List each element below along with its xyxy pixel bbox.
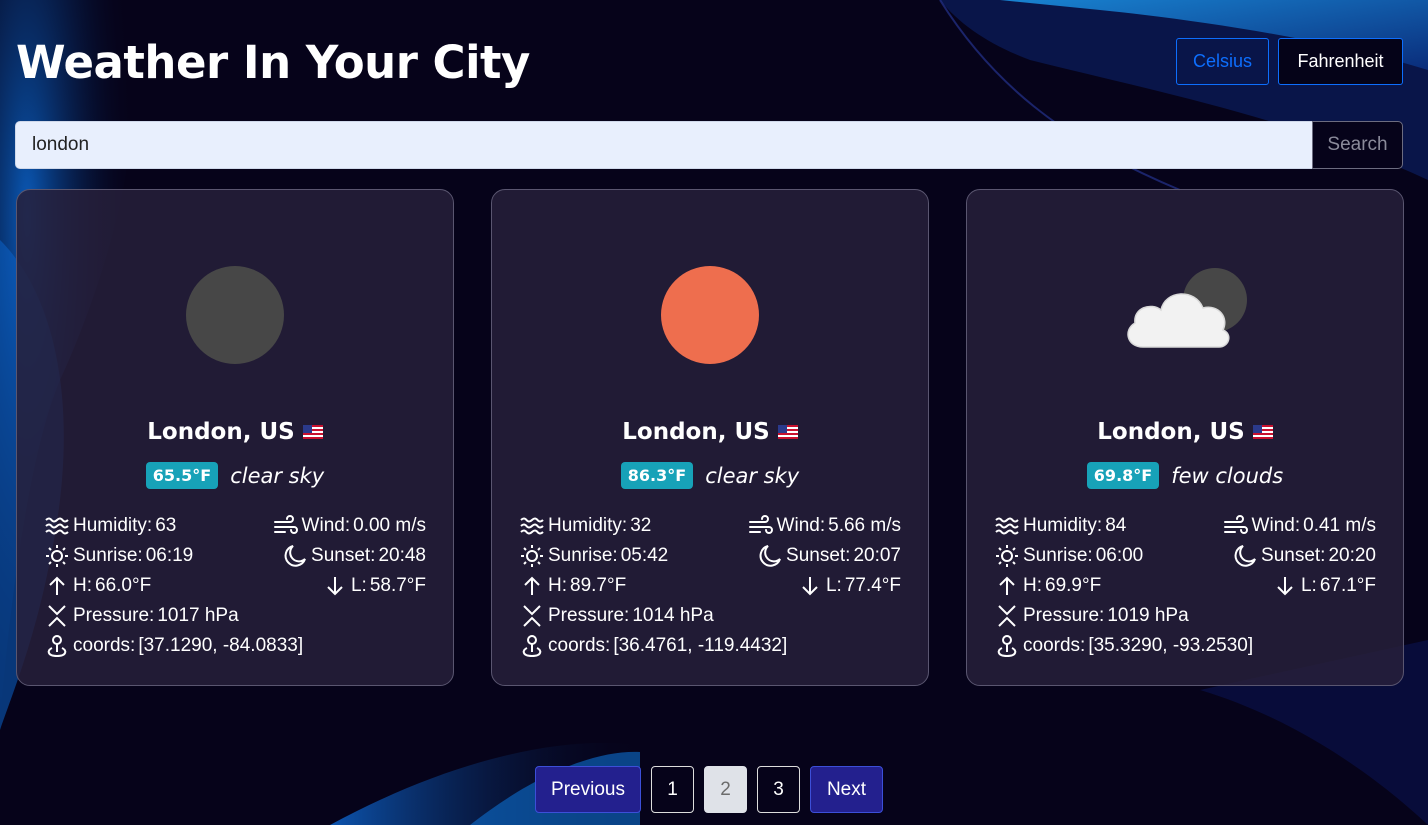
temperature-badge: 86.3°F: [620, 462, 694, 489]
search-button[interactable]: Search: [1312, 121, 1403, 169]
weather-card: London, US 69.8°F few clouds Humidity: 8…: [966, 189, 1404, 686]
sun-outline-icon: [996, 545, 1018, 567]
high-temp-stat: H: 66.0°F: [44, 574, 151, 598]
high-temp-stat: H: 89.7°F: [519, 574, 626, 598]
weather-description: clear sky: [230, 463, 325, 488]
compress-icon: [48, 605, 66, 627]
wind-icon: [273, 515, 298, 534]
water-waves-icon: [520, 517, 544, 535]
moon-icon: [17, 260, 453, 370]
temperature-badge: 65.5°F: [145, 462, 219, 489]
map-pin-icon: [997, 635, 1017, 658]
page-2-button-active[interactable]: 2: [704, 766, 747, 813]
low-temp-stat: L: 67.1°F: [1272, 574, 1376, 598]
search-input[interactable]: [15, 121, 1313, 169]
weather-description: few clouds: [1171, 463, 1284, 488]
humidity-stat: Humidity: 84: [994, 514, 1126, 538]
city-name: London, US: [492, 419, 928, 445]
sunrise-stat: Sunrise: 06:19: [44, 544, 193, 568]
moon-outline-icon: [1234, 545, 1256, 567]
arrow-down-icon: [802, 577, 818, 596]
city-name: London, US: [967, 419, 1403, 445]
coords-stat: coords: [35.3290, -93.2530]: [994, 634, 1253, 658]
city-name: London, US: [17, 419, 453, 445]
pressure-stat: Pressure: 1014 hPa: [519, 604, 714, 628]
weather-card: London, US 65.5°F clear sky Humidity: 63: [16, 189, 454, 686]
map-pin-icon: [522, 635, 542, 658]
us-flag-icon: [1252, 425, 1273, 439]
arrow-up-icon: [49, 576, 65, 595]
us-flag-icon: [302, 425, 323, 439]
wind-stat: Wind: 0.00 m/s: [273, 514, 426, 538]
sun-outline-icon: [46, 545, 68, 567]
sun-icon: [492, 260, 928, 370]
celsius-button[interactable]: Celsius: [1176, 38, 1269, 85]
sunrise-stat: Sunrise: 06:00: [994, 544, 1143, 568]
moon-outline-icon: [284, 545, 306, 567]
low-temp-stat: L: 77.4°F: [797, 574, 901, 598]
fahrenheit-button[interactable]: Fahrenheit: [1278, 38, 1403, 85]
high-temp-stat: H: 69.9°F: [994, 574, 1101, 598]
page-1-button[interactable]: 1: [651, 766, 694, 813]
map-pin-icon: [47, 635, 67, 658]
compress-icon: [998, 605, 1016, 627]
sunset-stat: Sunset: 20:48: [282, 544, 426, 568]
sunrise-stat: Sunrise: 05:42: [519, 544, 668, 568]
wind-icon: [1223, 515, 1248, 534]
coords-stat: coords: [37.1290, -84.0833]: [44, 634, 303, 658]
wind-stat: Wind: 5.66 m/s: [748, 514, 901, 538]
compress-icon: [523, 605, 541, 627]
weather-description: clear sky: [705, 463, 800, 488]
next-page-button[interactable]: Next: [810, 766, 883, 813]
arrow-down-icon: [327, 577, 343, 596]
wind-stat: Wind: 0.41 m/s: [1223, 514, 1376, 538]
page-3-button[interactable]: 3: [757, 766, 800, 813]
page-title: Weather In Your City: [16, 36, 530, 89]
sunset-stat: Sunset: 20:07: [757, 544, 901, 568]
temperature-badge: 69.8°F: [1086, 462, 1160, 489]
sunset-stat: Sunset: 20:20: [1232, 544, 1376, 568]
low-temp-stat: L: 58.7°F: [322, 574, 426, 598]
humidity-stat: Humidity: 32: [519, 514, 651, 538]
water-waves-icon: [45, 517, 69, 535]
moon-outline-icon: [759, 545, 781, 567]
previous-page-button[interactable]: Previous: [535, 766, 641, 813]
sun-outline-icon: [521, 545, 543, 567]
water-waves-icon: [995, 517, 1019, 535]
pressure-stat: Pressure: 1017 hPa: [44, 604, 239, 628]
pressure-stat: Pressure: 1019 hPa: [994, 604, 1189, 628]
us-flag-icon: [777, 425, 798, 439]
arrow-down-icon: [1277, 577, 1293, 596]
arrow-up-icon: [524, 576, 540, 595]
humidity-stat: Humidity: 63: [44, 514, 176, 538]
weather-card: London, US 86.3°F clear sky Humidity: 32: [491, 189, 929, 686]
coords-stat: coords: [36.4761, -119.4432]: [519, 634, 787, 658]
wind-icon: [748, 515, 773, 534]
arrow-up-icon: [999, 576, 1015, 595]
cloud-moon-icon: [967, 260, 1403, 370]
